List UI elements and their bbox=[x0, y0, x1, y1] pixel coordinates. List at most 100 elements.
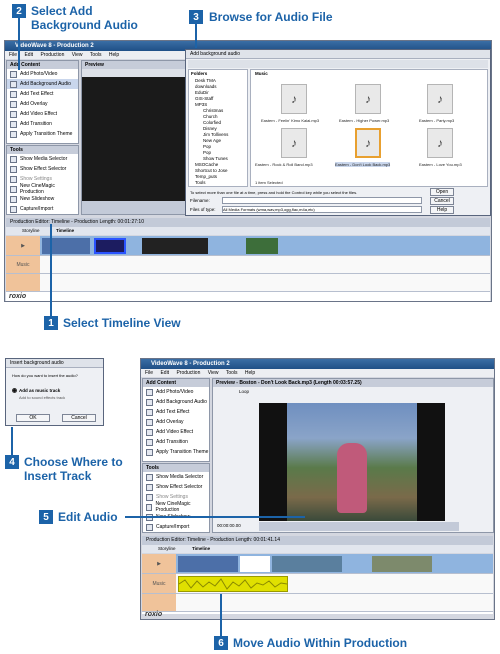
tab-timeline-2[interactable]: Timeline bbox=[192, 546, 210, 551]
callout-2-line1: Select Add bbox=[31, 4, 93, 18]
audio-file-icon-1[interactable]: ♪ bbox=[281, 84, 307, 114]
folder-item[interactable]: Disney bbox=[203, 126, 217, 131]
folder-item[interactable]: MP3S bbox=[195, 102, 207, 107]
audio-clip[interactable] bbox=[178, 576, 288, 592]
folder-item[interactable]: Desk TMA bbox=[195, 78, 216, 83]
audio-file-3[interactable]: Eastern - Party.mp3 bbox=[419, 118, 454, 123]
new-cinemagic-item-2[interactable]: New CineMagic Production bbox=[143, 501, 209, 513]
preview-heading: Preview bbox=[82, 61, 188, 69]
open-button[interactable]: Open bbox=[430, 188, 454, 196]
video-clip-2-2[interactable] bbox=[240, 556, 270, 572]
audio-file-1[interactable]: Eastern - Feelin' Kimo Kalai.mp3 bbox=[261, 118, 319, 123]
audio-file-6[interactable]: Eastern - Love You.mp3 bbox=[419, 162, 462, 167]
folder-item[interactable]: EduDir bbox=[195, 90, 209, 95]
add-video-effect-item[interactable]: Add Video Effect bbox=[7, 109, 78, 119]
filetype-select[interactable]: All Media Formats (wma,wav,mp3,ogg,flac,… bbox=[222, 206, 422, 213]
option-music-track[interactable]: Add as music track bbox=[19, 388, 60, 393]
folder-item[interactable]: Christmas bbox=[203, 108, 223, 113]
filename-input[interactable] bbox=[222, 197, 422, 204]
menu-tools-2[interactable]: Tools bbox=[226, 370, 238, 376]
transport-controls-2[interactable] bbox=[259, 522, 459, 531]
show-effect-selector-item-2[interactable]: Show Effect Selector bbox=[143, 482, 209, 492]
tools-panel: Tools Show Media Selector Show Effect Se… bbox=[6, 145, 79, 215]
folder-item[interactable]: Jim Tollivens bbox=[203, 132, 228, 137]
folder-item[interactable]: Church bbox=[203, 114, 218, 119]
sound-track-label bbox=[6, 274, 40, 291]
folder-item[interactable]: MSOCache bbox=[195, 162, 218, 167]
menu-production[interactable]: Production bbox=[40, 52, 64, 58]
option-sound-effects[interactable]: Add to sound effects track bbox=[19, 395, 65, 400]
video-clip-2[interactable] bbox=[94, 238, 126, 254]
menu-tools[interactable]: Tools bbox=[90, 52, 102, 58]
menu-view[interactable]: View bbox=[72, 52, 83, 58]
folder-item[interactable]: downloads bbox=[195, 84, 217, 89]
folder-item[interactable]: GIS-Staff bbox=[195, 96, 213, 101]
add-overlay-item-2[interactable]: Add Overlay bbox=[143, 417, 209, 427]
add-overlay-item[interactable]: Add Overlay bbox=[7, 99, 78, 109]
show-effect-selector-item[interactable]: Show Effect Selector bbox=[7, 164, 78, 174]
transport-controls[interactable] bbox=[82, 201, 188, 214]
audio-file-icon-4[interactable]: ♪ bbox=[281, 128, 307, 158]
add-background-audio-item-2[interactable]: Add Background Audio bbox=[143, 397, 209, 407]
tab-storyline[interactable]: Storyline bbox=[22, 228, 40, 233]
menu-help-2[interactable]: Help bbox=[245, 370, 255, 376]
add-photo-video-item[interactable]: Add Photo/Video bbox=[7, 69, 78, 79]
new-cinemagic-item[interactable]: New CineMagic Production bbox=[7, 183, 78, 195]
apply-transition-theme-item[interactable]: Apply Transition Theme bbox=[7, 129, 78, 139]
show-media-selector-item[interactable]: Show Media Selector bbox=[7, 154, 78, 164]
menu-edit-2[interactable]: Edit bbox=[160, 370, 169, 376]
audio-file-4[interactable]: Eastern - Rock & Roll Band.mp3 bbox=[255, 162, 313, 167]
menu-edit[interactable]: Edit bbox=[24, 52, 33, 58]
folder-item[interactable]: Pop bbox=[203, 150, 211, 155]
folder-item[interactable]: Colorfied bbox=[203, 120, 221, 125]
video-clip-2-1[interactable] bbox=[178, 556, 238, 572]
tab-timeline[interactable]: Timeline bbox=[56, 228, 74, 233]
audio-file-icon-3[interactable]: ♪ bbox=[427, 84, 453, 114]
tab-storyline-2[interactable]: Storyline bbox=[158, 546, 176, 551]
insert-ok-button[interactable]: OK bbox=[16, 414, 50, 422]
folders-heading: Folders bbox=[191, 71, 208, 76]
capture-import-item[interactable]: Capture/Import bbox=[7, 204, 78, 214]
audio-file-icon-2[interactable]: ♪ bbox=[355, 84, 381, 114]
show-media-selector-item-2[interactable]: Show Media Selector bbox=[143, 472, 209, 482]
cancel-button[interactable]: Cancel bbox=[430, 197, 454, 205]
video-clip-2-3[interactable] bbox=[272, 556, 342, 572]
insert-cancel-button[interactable]: Cancel bbox=[62, 414, 96, 422]
add-text-effect-item[interactable]: Add Text Effect bbox=[7, 89, 78, 99]
folder-item[interactable]: Shortcut to Jose bbox=[195, 168, 228, 173]
menu-production-2[interactable]: Production bbox=[176, 370, 200, 376]
menu-view-2[interactable]: View bbox=[208, 370, 219, 376]
radio-music-track[interactable] bbox=[12, 388, 17, 393]
add-photo-video-item-2[interactable]: Add Photo/Video bbox=[143, 387, 209, 397]
sound-track-2 bbox=[142, 594, 493, 612]
folder-item[interactable]: New Age bbox=[203, 138, 221, 143]
audio-file-icon-6[interactable]: ♪ bbox=[427, 128, 453, 158]
menu-file-2[interactable]: File bbox=[145, 370, 153, 376]
audio-file-icon-5[interactable]: ♪ bbox=[355, 128, 381, 158]
loop-label[interactable]: Loop bbox=[239, 389, 249, 394]
new-slideshow-item[interactable]: New Slideshow bbox=[7, 194, 78, 204]
add-video-effect-item-2[interactable]: Add Video Effect bbox=[143, 427, 209, 437]
timeline-area: ▶ Music bbox=[6, 236, 490, 301]
help-button[interactable]: Help bbox=[430, 206, 454, 214]
add-text-effect-item-2[interactable]: Add Text Effect bbox=[143, 407, 209, 417]
add-transition-item[interactable]: Add Transition bbox=[7, 119, 78, 129]
video-clip-3[interactable] bbox=[142, 238, 208, 254]
theme-icon bbox=[10, 130, 17, 138]
capture-import-item-2[interactable]: Capture/Import bbox=[143, 522, 209, 532]
apply-transition-theme-item-2[interactable]: Apply Transition Theme bbox=[143, 447, 209, 457]
add-background-audio-item[interactable]: Add Background Audio bbox=[7, 79, 78, 89]
audio-file-2[interactable]: Eastern - Higher Power.mp3 bbox=[339, 118, 389, 123]
menu-help[interactable]: Help bbox=[109, 52, 119, 58]
video-clip-4[interactable] bbox=[246, 238, 278, 254]
menu-file[interactable]: File bbox=[9, 52, 17, 58]
audio-file-5[interactable]: Eastern - Don't Look Back.mp3 bbox=[335, 162, 391, 167]
folder-item[interactable]: Show Tunes bbox=[203, 156, 228, 161]
video-clip-2-4[interactable] bbox=[372, 556, 432, 572]
folder-item[interactable]: Temp_puts bbox=[195, 174, 217, 179]
folder-item[interactable]: Tools bbox=[195, 180, 206, 185]
media-icon bbox=[146, 473, 153, 481]
audio-waveform bbox=[179, 578, 287, 590]
folder-item[interactable]: Pop bbox=[203, 144, 211, 149]
add-transition-item-2[interactable]: Add Transition bbox=[143, 437, 209, 447]
